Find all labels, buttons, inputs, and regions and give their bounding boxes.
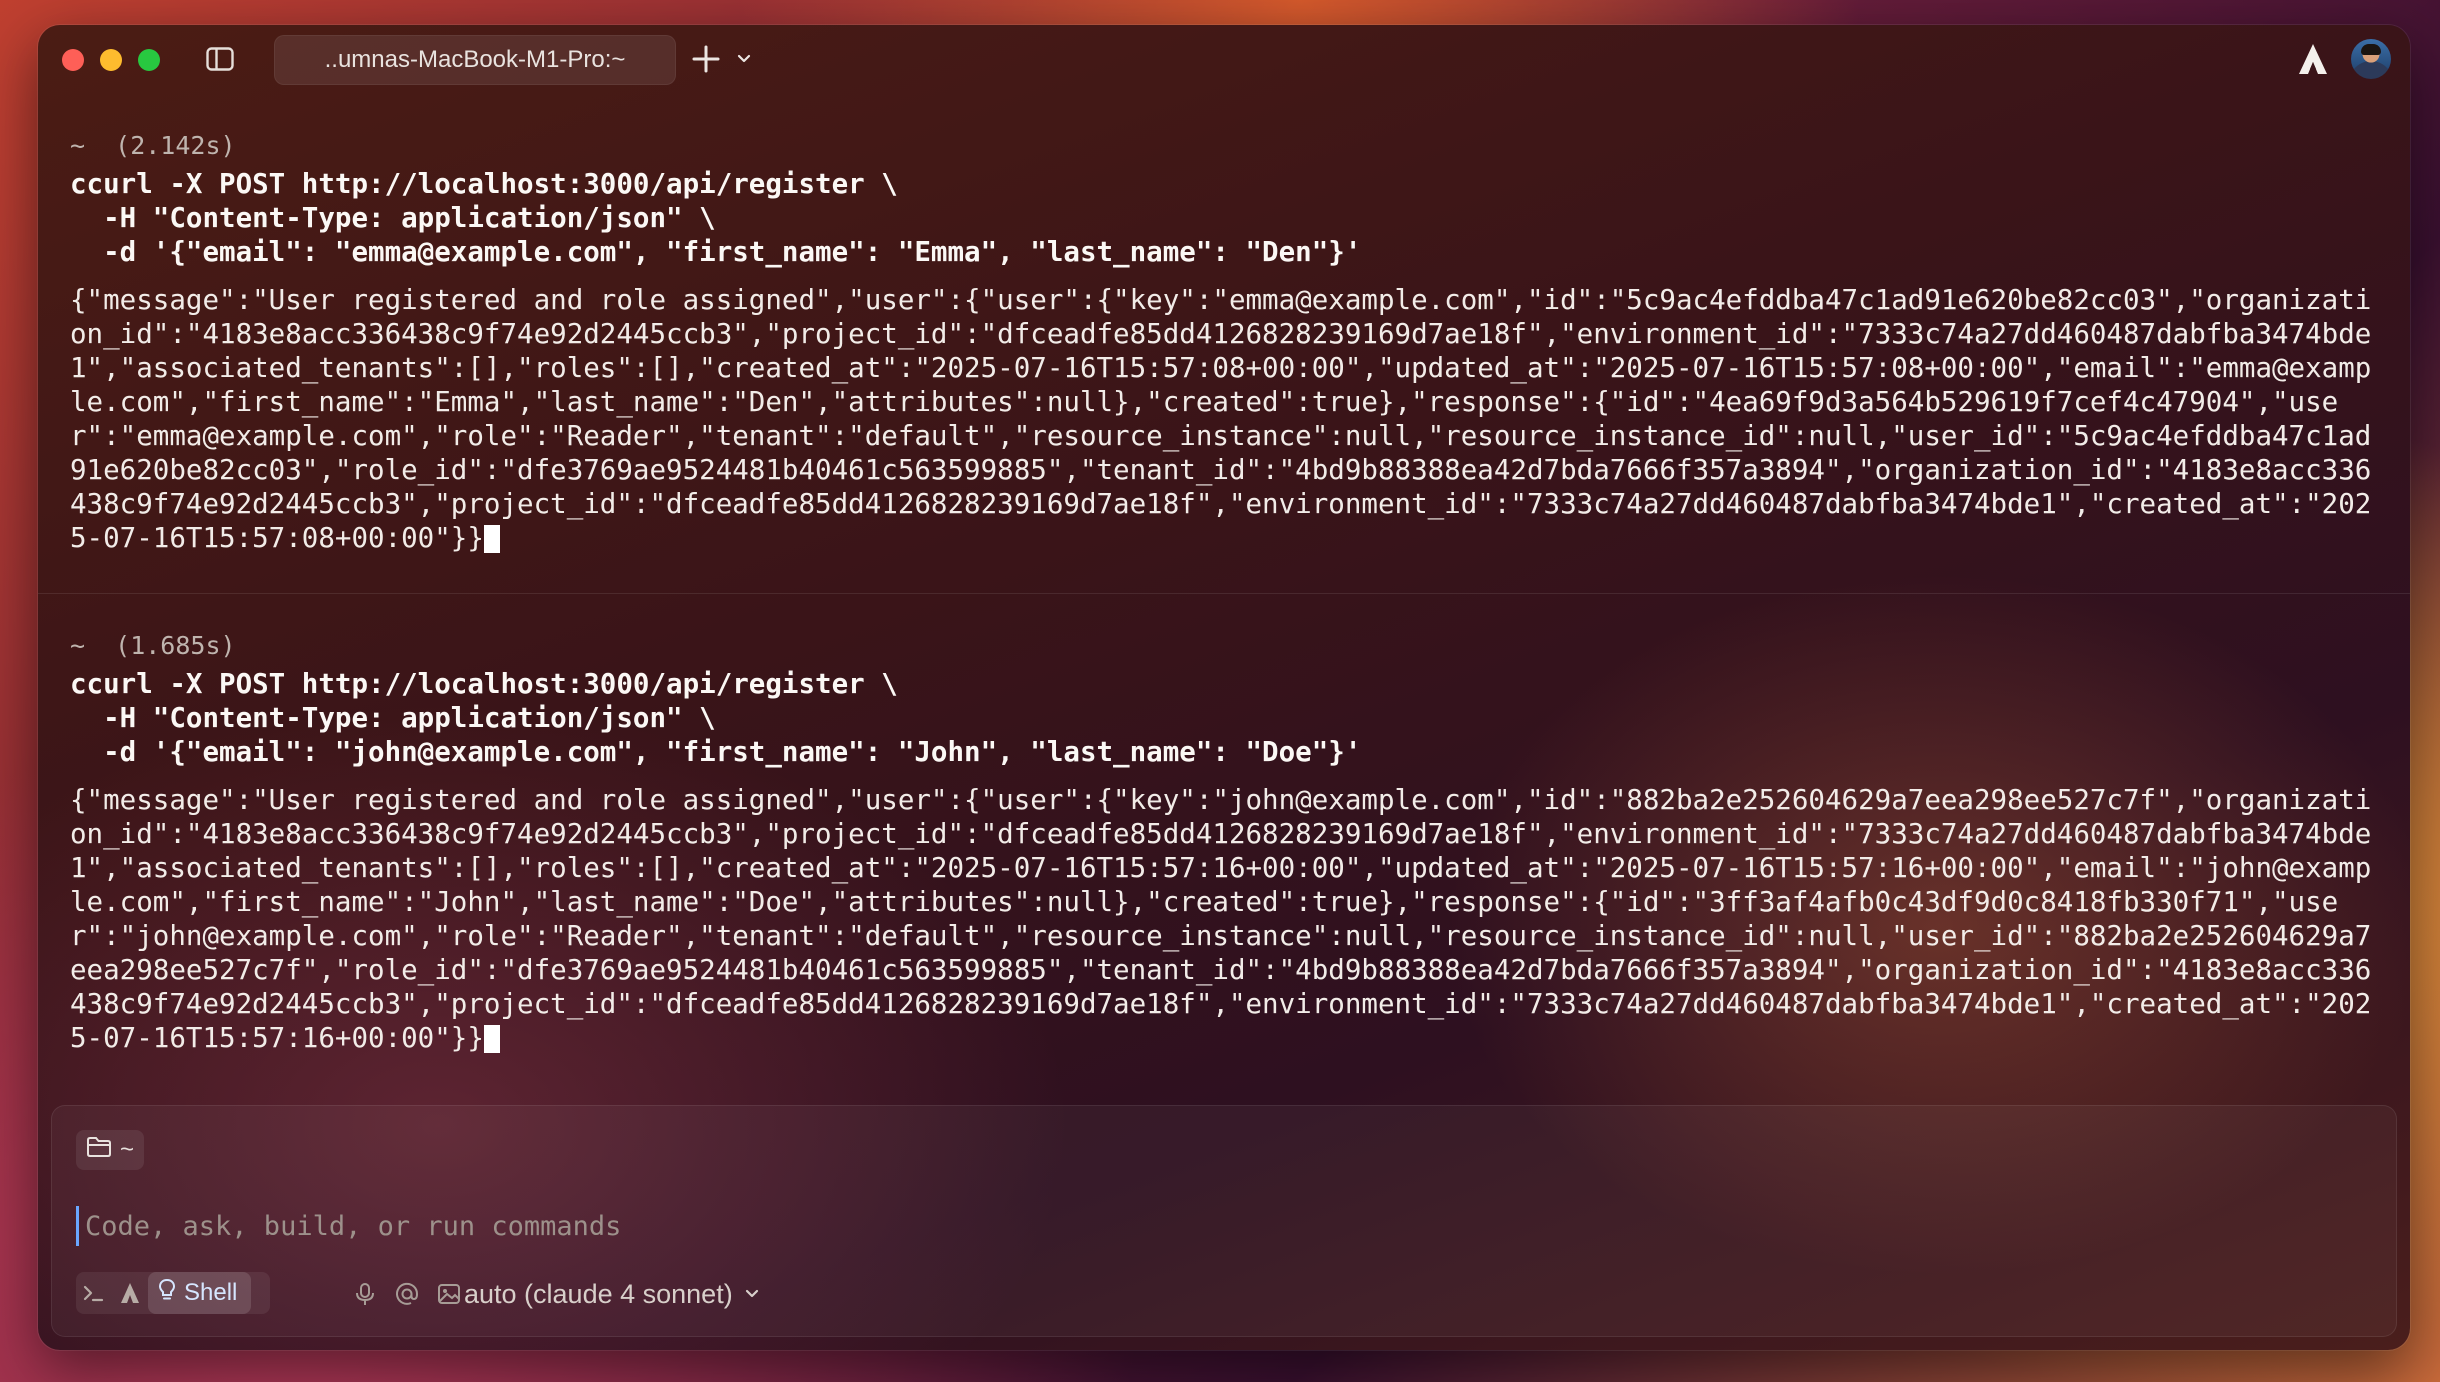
tab-terminal[interactable]: ..umnas-MacBook-M1-Pro:~ (274, 35, 676, 85)
command-output-text: {"message":"User registered and role ass… (70, 284, 2372, 554)
mode-label: Shell (184, 1279, 238, 1306)
command-line: -H "Content-Type: application/json" \ (70, 202, 716, 234)
at-sign-icon[interactable] (394, 1281, 420, 1307)
mode-switcher: Shell (76, 1272, 270, 1314)
chevron-down-icon (743, 1279, 761, 1310)
sidebar-toggle-icon[interactable] (206, 47, 234, 71)
image-icon[interactable] (436, 1281, 462, 1307)
shell-mode-button[interactable]: Shell (148, 1272, 252, 1314)
terminal-prompt-icon[interactable] (76, 1272, 112, 1314)
avatar[interactable] (2351, 39, 2391, 79)
command-block[interactable]: ~ (1.685s) ccurl -X POST http://localhos… (38, 629, 2410, 1055)
block-meta: ~ (1.685s) (70, 631, 236, 660)
block-divider (38, 593, 2410, 594)
command-line: -d '{"email": "emma@example.com", "first… (70, 236, 1362, 268)
command-line: -H "Content-Type: application/json" \ (70, 702, 716, 734)
microphone-icon[interactable] (352, 1281, 378, 1307)
command-output: {"message":"User registered and role ass… (70, 283, 2378, 555)
plus-icon[interactable] (690, 43, 722, 75)
maximize-window-button[interactable] (138, 49, 160, 71)
prompt-input[interactable] (76, 1206, 2285, 1246)
command-line: -d '{"email": "john@example.com", "first… (70, 736, 1362, 768)
chevron-down-icon[interactable] (734, 49, 754, 69)
directory-chip[interactable]: ~ (76, 1130, 145, 1170)
agent-icon[interactable] (112, 1272, 148, 1314)
command-line: ccurl -X POST http://localhost:3000/api/… (70, 168, 898, 200)
titlebar: ..umnas-MacBook-M1-Pro:~ (38, 25, 2410, 93)
directory-label: ~ (120, 1136, 135, 1163)
command-line: ccurl -X POST http://localhost:3000/api/… (70, 668, 898, 700)
tab-title: ..umnas-MacBook-M1-Pro:~ (324, 46, 626, 73)
folder-icon (86, 1136, 112, 1165)
warp-logo-icon[interactable] (2296, 41, 2330, 77)
model-label: auto (claude 4 sonnet) (464, 1278, 733, 1309)
end-of-output-mark (483, 1025, 500, 1053)
command-output-text: {"message":"User registered and role ass… (70, 784, 2372, 1054)
composer: ~ She (51, 1105, 2397, 1337)
block-meta: ~ (2.142s) (70, 131, 236, 160)
lightbulb-icon (158, 1278, 176, 1309)
command-output: {"message":"User registered and role ass… (70, 783, 2378, 1055)
end-of-output-mark (483, 525, 500, 553)
close-window-button[interactable] (62, 49, 84, 71)
model-selector[interactable]: auto (claude 4 sonnet) (464, 1274, 761, 1314)
minimize-window-button[interactable] (100, 49, 122, 71)
terminal-window: ..umnas-MacBook-M1-Pro:~ ~ (2.142s) ccur… (38, 25, 2410, 1350)
command-block[interactable]: ~ (2.142s) ccurl -X POST http://localhos… (38, 129, 2410, 555)
